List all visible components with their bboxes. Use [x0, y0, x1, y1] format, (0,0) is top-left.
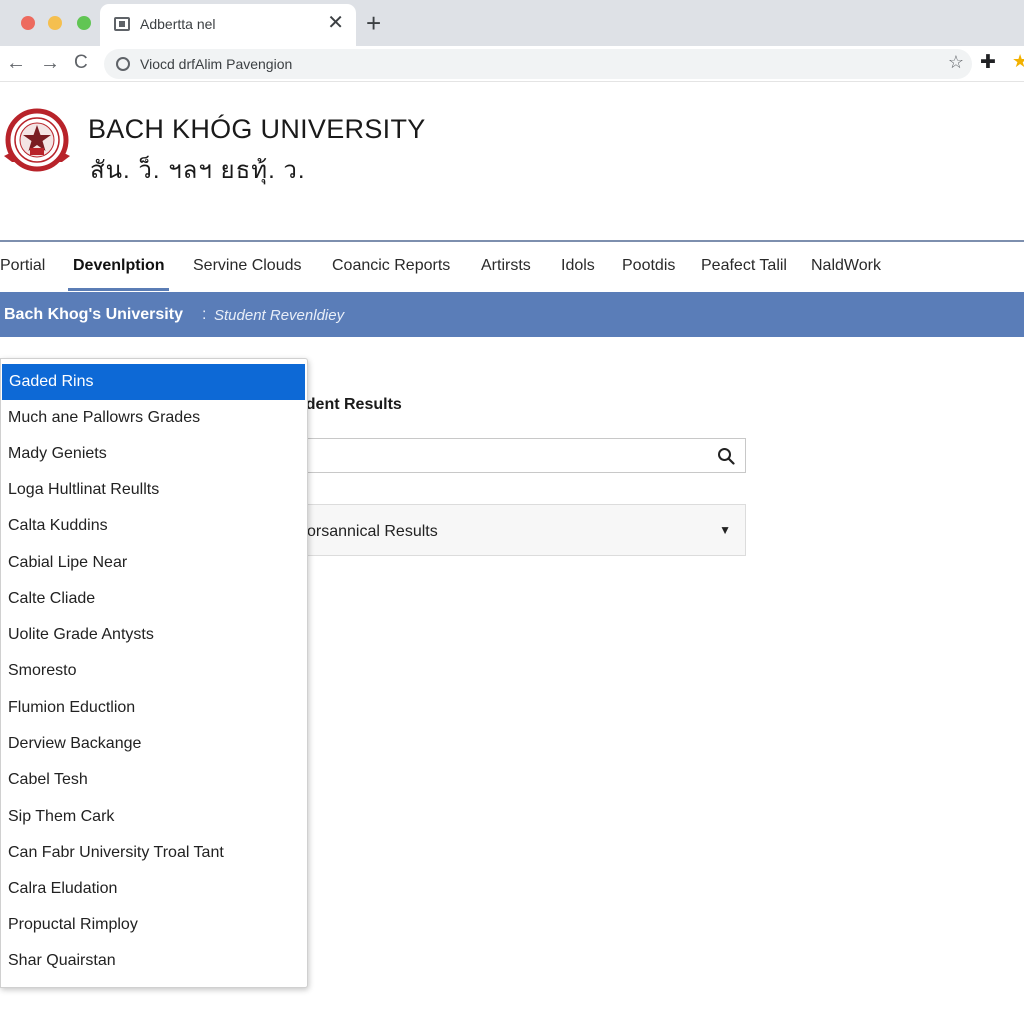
dropdown-item[interactable]: Propuctal Rimploy: [1, 907, 307, 943]
dropdown-item[interactable]: Uolite Grade Antysts: [1, 617, 307, 653]
dropdown-item[interactable]: Calte Cliade: [1, 581, 307, 617]
nav-item-naldwork[interactable]: NaldWork: [811, 257, 881, 275]
reload-icon[interactable]: C: [74, 50, 88, 76]
search-icon[interactable]: [717, 447, 735, 465]
university-subtitle: สัน. ว็. ฯลฯ ยธทุ้. ว.: [90, 157, 306, 184]
dropdown-item[interactable]: Smoresto: [1, 653, 307, 689]
browser-toolbar: ← → C Viocd drfAlim Pavengion ☆ ✚ ★: [0, 46, 1024, 82]
extension-star-icon[interactable]: ★: [1012, 51, 1024, 72]
folder-icon: [114, 17, 130, 31]
minimize-window-button[interactable]: [48, 16, 62, 30]
select-value: orsannical Results: [307, 523, 438, 540]
dropdown-item[interactable]: Calta Kuddins: [1, 508, 307, 544]
university-name: BACH KHÓG UNIVERSITY: [88, 114, 426, 144]
nav-item-devenlption[interactable]: Devenlption: [73, 257, 165, 275]
breadcrumb-bar: Bach Khog's University : Student Revenld…: [0, 292, 1024, 337]
maximize-window-button[interactable]: [77, 16, 91, 30]
nav-item-peafect-talil[interactable]: Peafect Talil: [701, 257, 787, 275]
bookmark-star-icon[interactable]: ☆: [948, 52, 964, 73]
nav-item-servine-clouds[interactable]: Servine Clouds: [193, 257, 302, 275]
dropdown-menu: Gaded Rins Much ane Pallowrs Grades Mady…: [0, 358, 308, 988]
dropdown-item[interactable]: Cabial Lipe Near: [1, 545, 307, 581]
dropdown-item[interactable]: Flumion Eductlion: [1, 690, 307, 726]
address-bar[interactable]: Viocd drfAlim Pavengion ☆: [104, 49, 972, 79]
tab-title: Adbertta nel: [140, 16, 216, 32]
dropdown-item[interactable]: Shar Quairstan: [1, 943, 307, 979]
new-tab-button[interactable]: +: [366, 8, 381, 38]
dropdown-item[interactable]: Much ane Pallowrs Grades: [1, 400, 307, 436]
university-seal-logo: [4, 108, 70, 172]
dropdown-item[interactable]: Calra Eludation: [1, 871, 307, 907]
dropdown-item[interactable]: Can Fabr University Troal Tant: [1, 835, 307, 871]
dropdown-item[interactable]: Mady Geniets: [1, 436, 307, 472]
nav-item-pootdis[interactable]: Pootdis: [622, 257, 675, 275]
results-select[interactable]: orsannical Results ▼: [296, 504, 746, 556]
main-navigation: Portial Devenlption Servine Clouds Coanc…: [0, 242, 1024, 292]
close-icon[interactable]: ✕: [327, 11, 344, 35]
dropdown-item[interactable]: Derview Backange: [1, 726, 307, 762]
chevron-down-icon[interactable]: ▼: [719, 523, 731, 537]
nav-item-idols[interactable]: Idols: [561, 257, 595, 275]
active-nav-indicator: [68, 288, 169, 291]
breadcrumb-page: Student Revenldiey: [214, 307, 345, 324]
dropdown-item[interactable]: Loga Hultlinat Reullts: [1, 472, 307, 508]
browser-tab[interactable]: Adbertta nel ✕: [100, 4, 356, 46]
search-input[interactable]: [296, 438, 746, 473]
breadcrumb-separator: :: [202, 306, 207, 323]
browser-tab-bar: Adbertta nel ✕ +: [0, 0, 1024, 46]
breadcrumb-site[interactable]: Bach Khog's University: [4, 306, 183, 324]
dropdown-item[interactable]: Cabel Tesh: [1, 762, 307, 798]
nav-item-artirsts[interactable]: Artirsts: [481, 257, 531, 275]
site-info-icon[interactable]: [116, 57, 130, 71]
dropdown-item[interactable]: Sip Them Cark: [1, 799, 307, 835]
address-text[interactable]: Viocd drfAlim Pavengion: [140, 56, 292, 72]
dropdown-item[interactable]: Gaded Rins: [2, 364, 305, 400]
nav-item-coancic-reports[interactable]: Coancic Reports: [332, 257, 450, 275]
extension-pin-icon[interactable]: ✚: [980, 51, 996, 74]
nav-item-portial[interactable]: Portial: [0, 257, 45, 275]
forward-arrow-icon[interactable]: →: [40, 50, 60, 76]
close-window-button[interactable]: [21, 16, 35, 30]
page-title: udent Results: [296, 396, 402, 413]
back-arrow-icon[interactable]: ←: [6, 50, 26, 76]
